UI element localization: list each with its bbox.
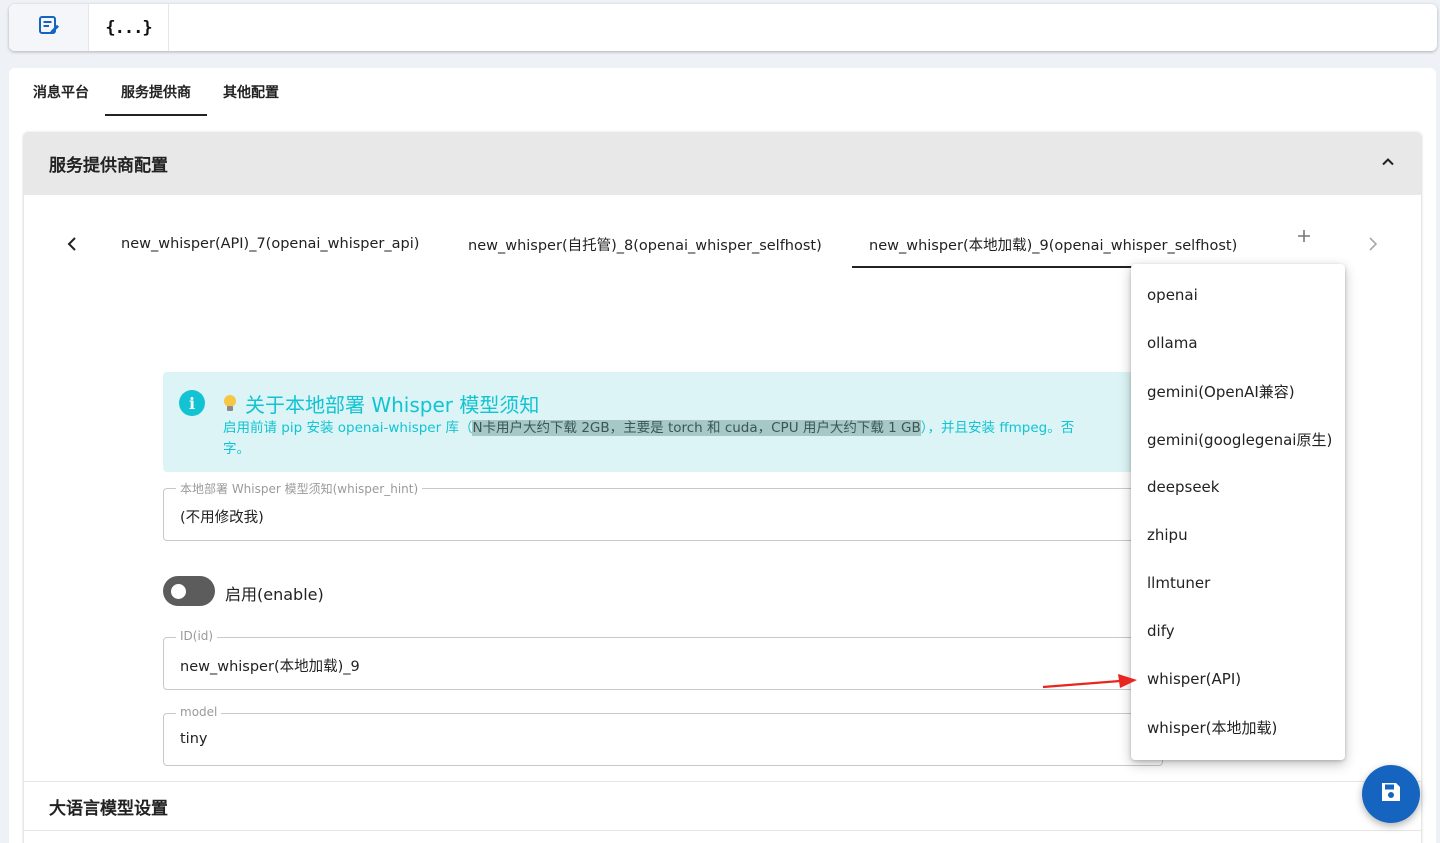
- provider-tab-whisper-api[interactable]: new_whisper(API)_7(openai_whisper_api): [121, 220, 419, 268]
- llm-settings-title: 大语言模型设置: [49, 798, 168, 819]
- alert-title: 关于本地部署 Whisper 模型须知: [223, 389, 1163, 418]
- code-mode-button[interactable]: {...}: [89, 4, 169, 51]
- menu-item-whisper-api[interactable]: whisper(API): [1131, 655, 1345, 703]
- editor-mode-bar: {...}: [9, 4, 1437, 51]
- menu-item-llmtuner[interactable]: llmtuner: [1131, 559, 1345, 607]
- id-value: new_whisper(本地加载)_9: [180, 659, 360, 675]
- save-button[interactable]: [1362, 765, 1420, 823]
- chevron-up-icon[interactable]: [1381, 154, 1395, 174]
- menu-item-dify[interactable]: dify: [1131, 607, 1345, 655]
- model-value: tiny: [180, 731, 208, 747]
- alert-body: 启用前请 pip 安装 openai-whisper 库（N卡用户大约下载 2G…: [223, 420, 1075, 436]
- id-field[interactable]: ID(id) new_whisper(本地加载)_9: [163, 629, 1163, 690]
- form-edit-icon: [38, 15, 60, 41]
- provider-tab-whisper-selfhost[interactable]: new_whisper(自托管)_8(openai_whisper_selfho…: [468, 220, 822, 268]
- whisper-hint-value: (不用修改我): [180, 510, 264, 526]
- whisper-hint-field[interactable]: 本地部署 Whisper 模型须知(whisper_hint) (不用修改我): [163, 480, 1163, 541]
- form-mode-button[interactable]: [9, 4, 89, 51]
- alert-body-line2: 字。: [223, 441, 250, 457]
- model-label: model: [176, 705, 222, 719]
- menu-item-openai[interactable]: openai: [1131, 271, 1345, 319]
- chevron-left-icon[interactable]: [64, 234, 80, 258]
- menu-item-whisper-local[interactable]: whisper(本地加载): [1131, 703, 1345, 751]
- provider-config-header[interactable]: 服务提供商配置: [24, 132, 1421, 195]
- id-label: ID(id): [176, 629, 218, 643]
- model-field[interactable]: model tiny: [163, 705, 1163, 766]
- code-braces-icon: {...}: [105, 17, 152, 38]
- provider-config-title: 服务提供商配置: [49, 156, 168, 176]
- add-provider-menu: openai ollama gemini(OpenAI兼容) gemini(go…: [1131, 264, 1345, 760]
- menu-item-gemini-openai[interactable]: gemini(OpenAI兼容): [1131, 367, 1345, 415]
- provider-tabs: new_whisper(API)_7(openai_whisper_api) n…: [24, 220, 1421, 268]
- annotation-arrow-icon: [1042, 674, 1137, 689]
- info-icon: i: [179, 390, 205, 416]
- add-provider-button[interactable]: [1297, 224, 1311, 249]
- chevron-right-icon[interactable]: [1365, 234, 1381, 258]
- menu-item-ollama[interactable]: ollama: [1131, 319, 1345, 367]
- save-icon: [1380, 781, 1402, 807]
- lightbulb-icon: [223, 394, 237, 413]
- enable-toggle[interactable]: [163, 576, 215, 606]
- provider-tab-whisper-local[interactable]: new_whisper(本地加载)_9(openai_whisper_selfh…: [851, 220, 1268, 268]
- tab-other-config[interactable]: 其他配置: [207, 68, 295, 116]
- tab-service-provider[interactable]: 服务提供商: [105, 68, 207, 116]
- menu-item-zhipu[interactable]: zhipu: [1131, 511, 1345, 559]
- enable-label: 启用(enable): [225, 585, 324, 604]
- whisper-info-alert: i 关于本地部署 Whisper 模型须知 启用前请 pip 安装 openai…: [163, 372, 1163, 472]
- menu-item-deepseek[interactable]: deepseek: [1131, 463, 1345, 511]
- menu-item-gemini-googlegenai[interactable]: gemini(googlegenai原生): [1131, 415, 1345, 463]
- whisper-hint-label: 本地部署 Whisper 模型须知(whisper_hint): [176, 480, 423, 497]
- platform-tabs: 消息平台 服务提供商 其他配置: [17, 68, 295, 116]
- tab-message-platform[interactable]: 消息平台: [17, 68, 105, 116]
- llm-settings-header[interactable]: 大语言模型设置: [24, 781, 1421, 831]
